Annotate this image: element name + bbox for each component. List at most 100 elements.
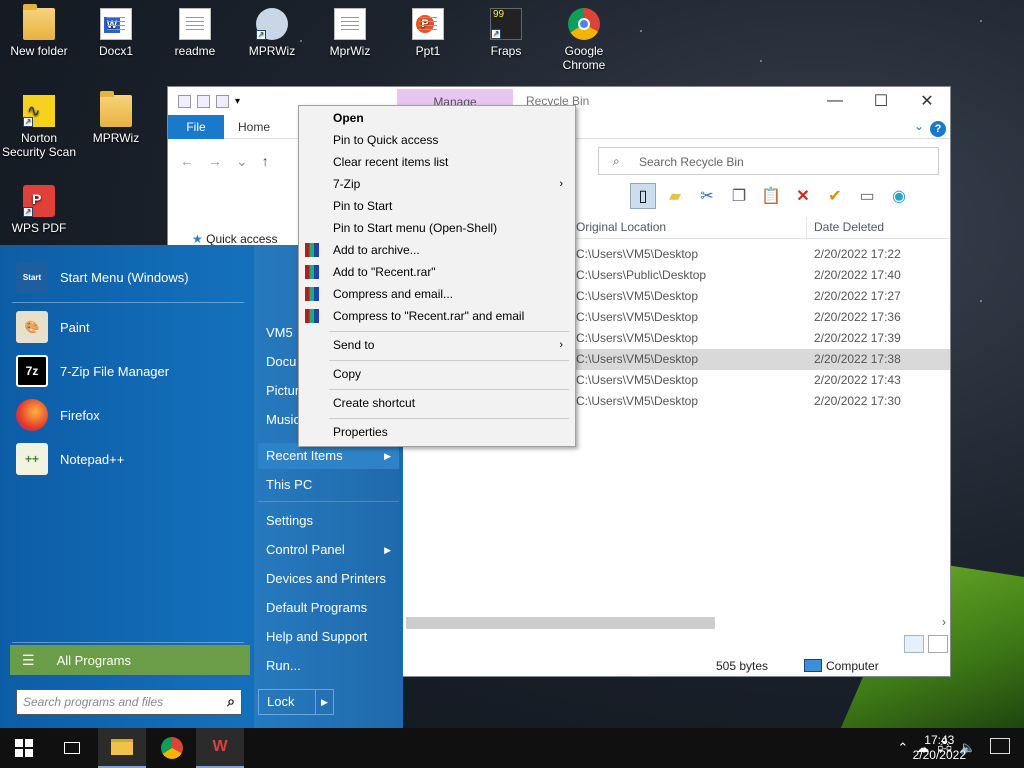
new-folder-icon[interactable] [216, 94, 229, 108]
chrome-taskbar-icon[interactable] [148, 728, 196, 768]
all-programs-button[interactable]: ☰ All Programs [10, 645, 250, 675]
list-icon: ☰ [22, 651, 35, 668]
windows-start-icon[interactable] [0, 728, 48, 768]
firefox-icon [16, 399, 48, 431]
menu-item-add-archive[interactable]: Add to archive... [299, 239, 575, 261]
file-explorer-taskbar-icon[interactable] [98, 728, 146, 768]
paste-icon[interactable]: 📋 [758, 183, 784, 209]
mprwiz-app-icon: ↗ [256, 8, 288, 40]
submenu-arrow-icon: › [559, 339, 563, 351]
lock-button[interactable]: Lock ▶ [258, 689, 334, 715]
desktop-icon-readme[interactable]: readme [157, 8, 233, 58]
menu-item-pin-quick-access[interactable]: Pin to Quick access [299, 129, 575, 151]
nav-quick-access[interactable]: ★ Quick access [192, 232, 277, 246]
scroll-right-icon[interactable]: › [942, 615, 946, 629]
menu-item-pin-start-openshell[interactable]: Pin to Start menu (Open-Shell) [299, 217, 575, 239]
table-row[interactable]: C:\Users\VM5\Desktop 2/20/2022 17:39 [573, 328, 950, 349]
start-item-this-pc[interactable]: This PC [258, 472, 399, 498]
pinned-firefox[interactable]: Firefox [16, 395, 100, 435]
pinned-start-menu-windows[interactable]: Start Start Menu (Windows) [16, 257, 189, 297]
start-item-control-panel[interactable]: Control Panel ▶ [258, 537, 399, 563]
column-original-location[interactable]: Original Location [576, 220, 666, 234]
horizontal-scrollbar[interactable]: › [406, 615, 950, 631]
tab-file[interactable]: File [168, 114, 224, 139]
folder-icon [23, 4, 55, 40]
explorer-toolbar: ▯ ▰ ✂ ❐ 📋 ✕ ✔ ▭ ◉ [630, 183, 912, 209]
menu-item-compress-email[interactable]: Compress and email... [299, 283, 575, 305]
table-row[interactable]: C:\Users\VM5\Desktop 2/20/2022 17:30 [573, 391, 950, 412]
desktop-icon-wps-pdf[interactable]: P ↗ WPS PDF [1, 185, 77, 235]
check-icon[interactable]: ✔ [822, 183, 848, 209]
clock[interactable]: 17:43 2/20/2022 [913, 733, 966, 763]
menu-item-create-shortcut[interactable]: Create shortcut [299, 392, 575, 414]
table-row[interactable]: C:\Users\Public\Desktop 2/20/2022 17:40 [573, 265, 950, 286]
start-item-devices-printers[interactable]: Devices and Printers [258, 566, 399, 592]
large-icons-view-icon[interactable] [928, 635, 948, 653]
desktop-icon-norton[interactable]: ∿ ↗ Norton Security Scan [1, 95, 77, 159]
qat-dropdown-icon[interactable]: ▾ [235, 96, 240, 107]
shell-icon[interactable]: ◉ [886, 183, 912, 209]
desktop-icon-new-folder[interactable]: New folder [1, 4, 77, 58]
recycle-bin-small-icon [178, 94, 191, 108]
start-item-help-support[interactable]: Help and Support [258, 624, 399, 650]
desktop-icon-fraps[interactable]: 99 ↗ Fraps [468, 8, 544, 58]
star-icon: ★ [192, 232, 203, 246]
cut-icon[interactable]: ✂ [694, 183, 720, 209]
table-row[interactable]: C:\Users\VM5\Desktop 2/20/2022 17:22 [573, 244, 950, 265]
chevron-up-icon[interactable]: ⌃ [897, 740, 908, 756]
table-row[interactable]: C:\Users\VM5\Desktop 2/20/2022 17:27 [573, 286, 950, 307]
menu-item-copy[interactable]: Copy [299, 363, 575, 385]
menu-item-7zip[interactable]: 7-Zip › [299, 173, 575, 195]
table-row-selected[interactable]: C:\Users\VM5\Desktop 2/20/2022 17:38 [573, 349, 950, 370]
pinned-paint[interactable]: 🎨 Paint [16, 307, 90, 347]
column-date-deleted[interactable]: Date Deleted [814, 220, 884, 234]
desktop-icon-chrome[interactable]: Google Chrome [546, 8, 622, 72]
desktop-icon-mprwiz-file[interactable]: MprWiz [312, 8, 388, 58]
menu-item-add-recent-rar[interactable]: Add to "Recent.rar" [299, 261, 575, 283]
rename-icon[interactable]: ▭ [854, 183, 880, 209]
pinned-7zip[interactable]: 7z 7-Zip File Manager [16, 351, 169, 391]
preview-pane-icon[interactable]: ▯ [630, 183, 656, 209]
start-search-input[interactable]: Search programs and files ⌕ [16, 689, 242, 715]
delete-icon[interactable]: ✕ [790, 183, 816, 209]
notification-icon[interactable] [990, 738, 1010, 754]
table-row[interactable]: C:\Users\VM5\Desktop 2/20/2022 17:36 [573, 307, 950, 328]
menu-item-pin-start[interactable]: Pin to Start [299, 195, 575, 217]
copy-icon[interactable]: ❐ [726, 183, 752, 209]
start-item-settings[interactable]: Settings [258, 508, 399, 534]
folder-icon [100, 91, 132, 127]
help-icon[interactable]: ? [930, 121, 946, 137]
tab-home[interactable]: Home [238, 120, 270, 134]
menu-item-properties[interactable]: Properties [299, 421, 575, 443]
menu-item-clear-recent[interactable]: Clear recent items list [299, 151, 575, 173]
table-row[interactable]: C:\Users\VM5\Desktop 2/20/2022 17:43 [573, 370, 950, 391]
norton-icon: ∿ ↗ [23, 95, 55, 127]
fraps-icon: 99 ↗ [490, 8, 522, 40]
start-item-run[interactable]: Run... [258, 653, 399, 679]
pptx-icon: P [412, 8, 444, 40]
task-view-icon[interactable] [48, 728, 96, 768]
desktop-icon-mprwiz-app[interactable]: ↗ MPRWiz [234, 8, 310, 58]
lock-options-arrow-icon[interactable]: ▶ [315, 690, 333, 714]
nav-arrows[interactable]: ←→⌄↑ [180, 153, 283, 170]
wps-taskbar-icon[interactable]: W [196, 728, 244, 768]
menu-item-open[interactable]: Open [299, 107, 575, 129]
menu-item-send-to[interactable]: Send to › [299, 334, 575, 356]
desktop-icon-mprwiz-folder[interactable]: MPRWiz [78, 91, 154, 145]
quick-access-toolbar: ▾ [168, 94, 240, 108]
pinned-notepadpp[interactable]: ++ Notepad++ [16, 439, 124, 479]
properties-icon[interactable] [197, 94, 210, 108]
folder-options-icon[interactable]: ▰ [662, 183, 688, 209]
scrollbar-thumb[interactable] [406, 617, 715, 629]
desktop-icon-ppt1[interactable]: P Ppt1 [390, 8, 466, 58]
desktop-icon-docx1[interactable]: W Docx1 [78, 8, 154, 58]
close-button[interactable]: ✕ [904, 87, 950, 115]
maximize-button[interactable]: ☐ [858, 87, 904, 115]
details-view-icon[interactable] [904, 635, 924, 653]
search-input[interactable]: ⌕ Search Recycle Bin [598, 147, 939, 175]
start-item-default-programs[interactable]: Default Programs [258, 595, 399, 621]
search-icon: ⌕ [227, 693, 235, 709]
minimize-button[interactable]: — [812, 87, 858, 115]
ribbon-expand-icon[interactable]: ⌄ [914, 119, 924, 133]
menu-item-compress-recent-email[interactable]: Compress to "Recent.rar" and email [299, 305, 575, 327]
